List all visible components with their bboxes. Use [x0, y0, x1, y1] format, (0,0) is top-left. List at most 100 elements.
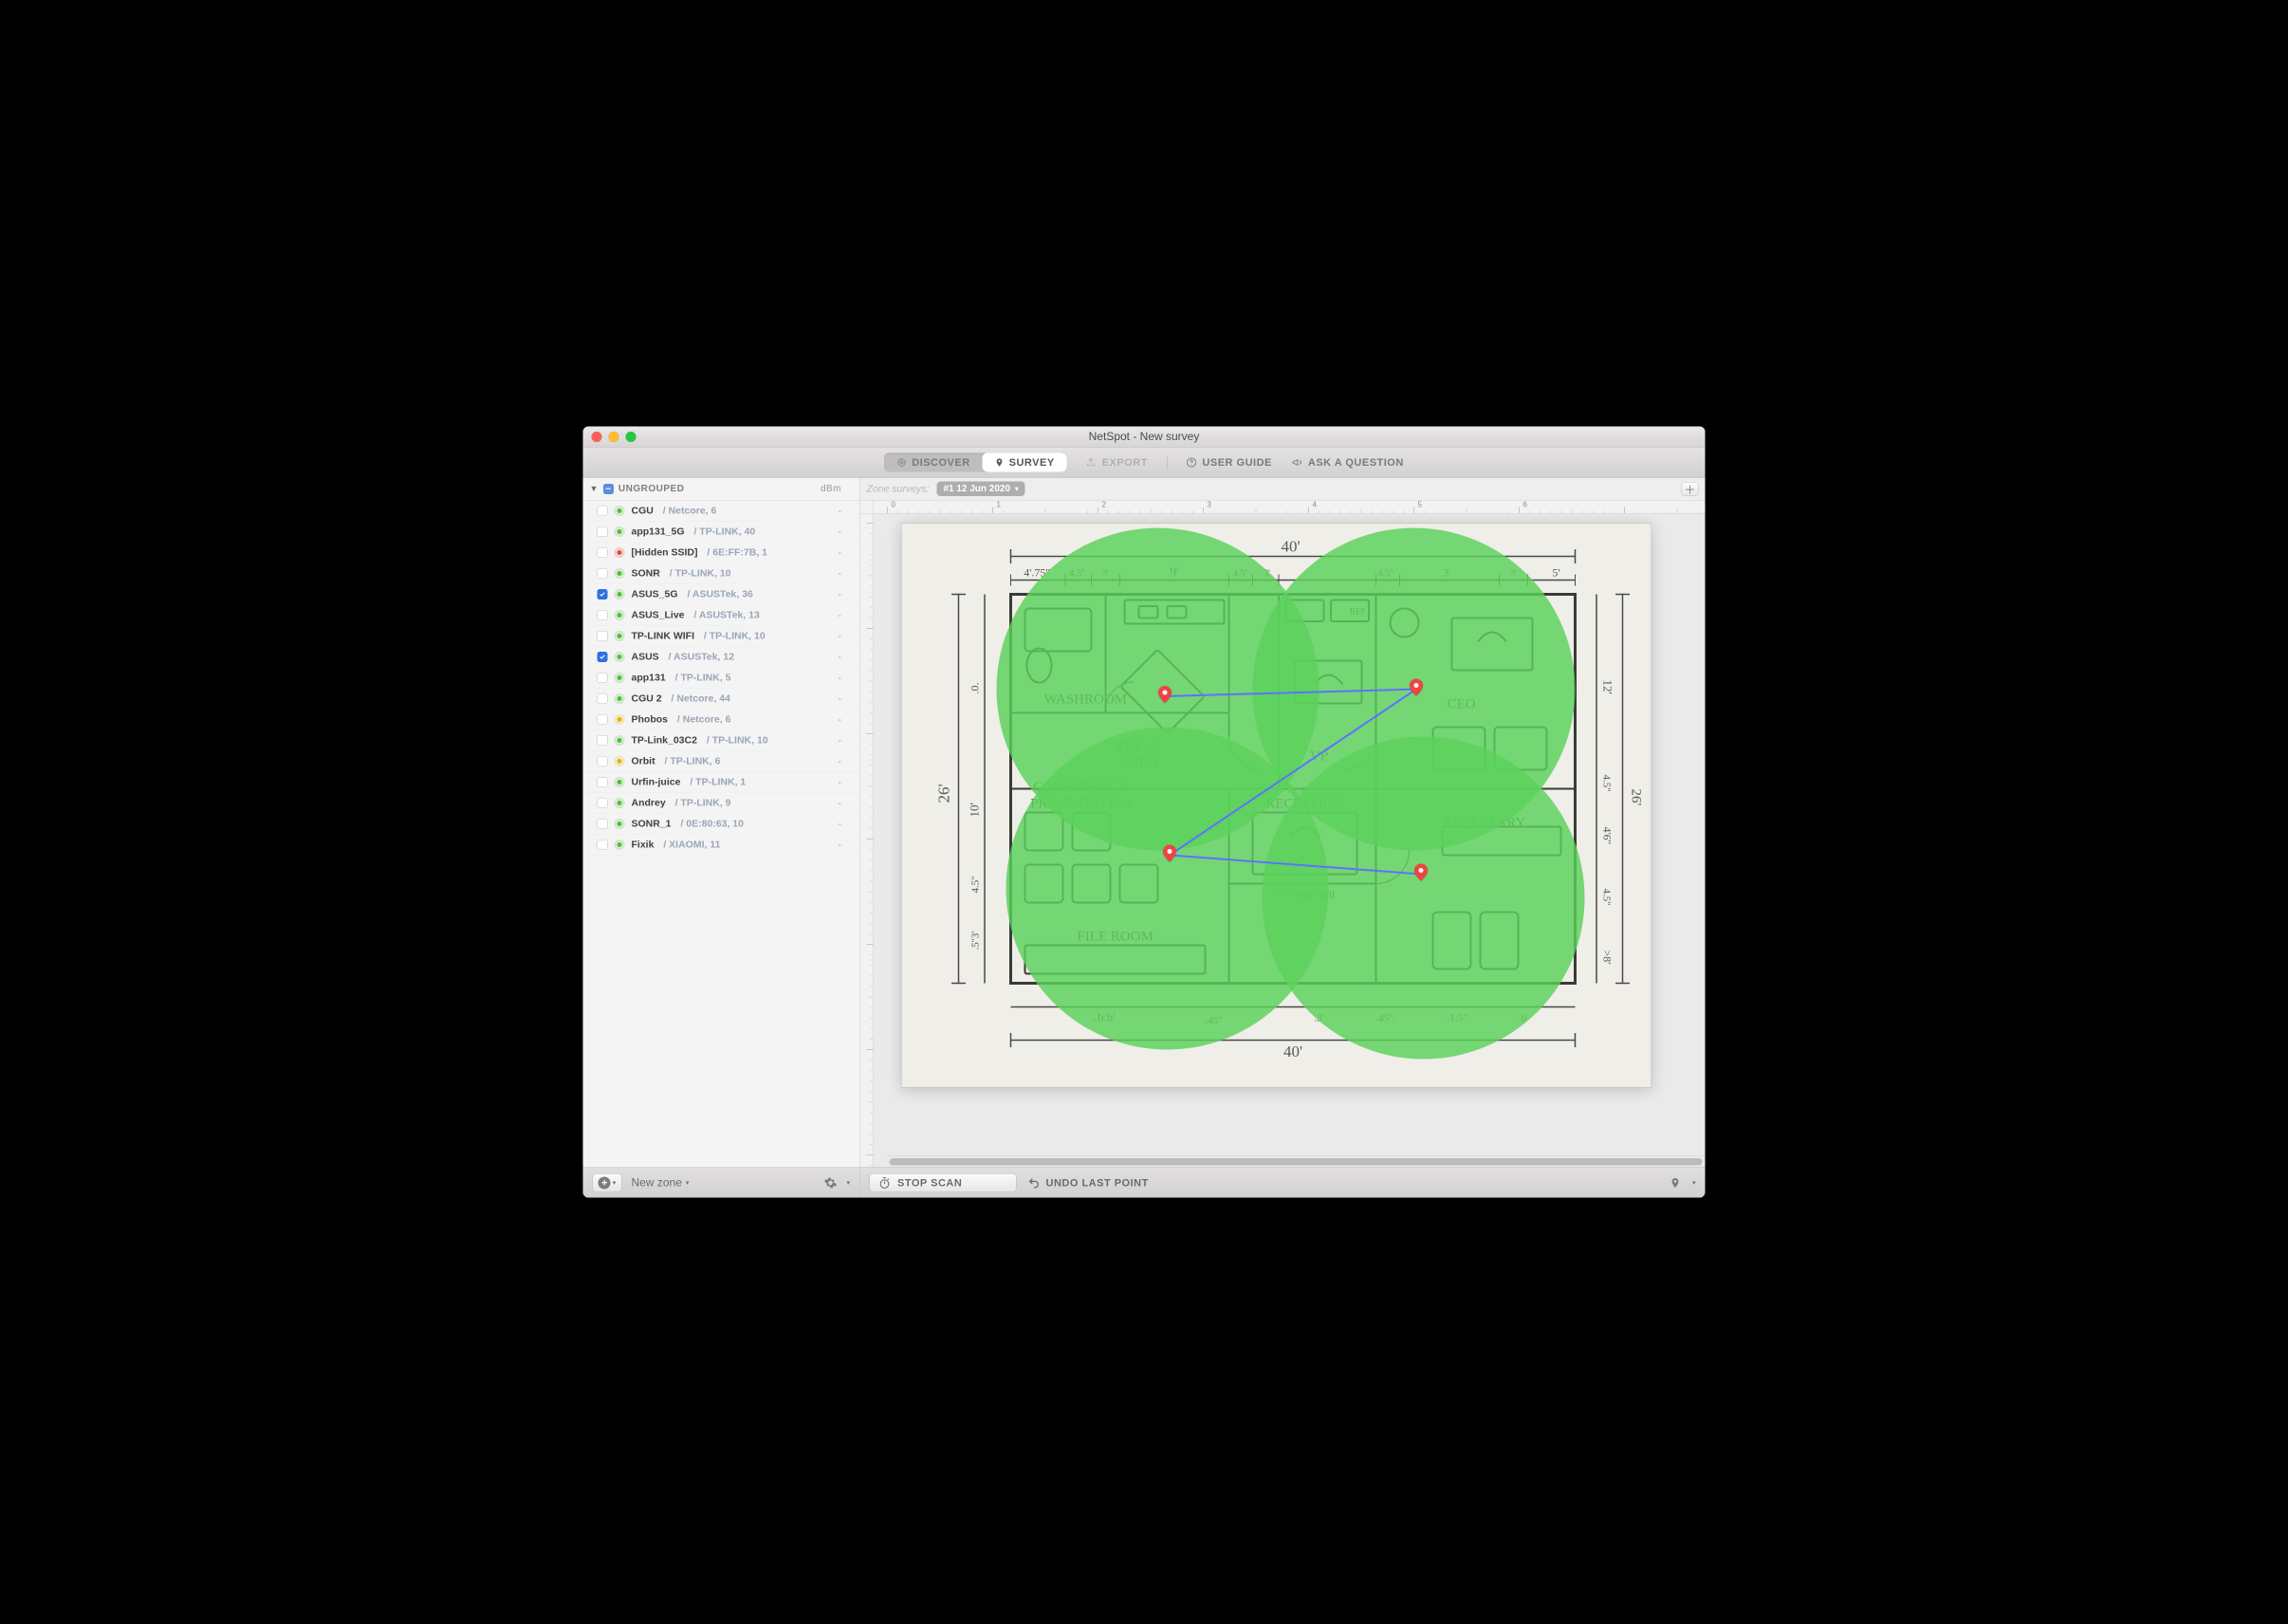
network-vendor: / TP-LINK, 40: [692, 526, 756, 537]
network-checkbox[interactable]: [598, 840, 608, 850]
disclosure-triangle-icon[interactable]: ▼: [590, 484, 599, 494]
svg-text:40': 40': [1283, 1043, 1302, 1061]
network-checkbox[interactable]: [598, 735, 608, 746]
network-dbm: -: [838, 797, 852, 809]
network-ssid: TP-Link_03C2: [632, 734, 697, 746]
network-checkbox[interactable]: [598, 506, 608, 516]
network-row[interactable]: Urfin-juice / TP-LINK, 1 -: [583, 772, 860, 793]
zone-survey-pill[interactable]: #1 12 Jun 2020 ▾: [936, 482, 1024, 497]
network-ssid: app131: [632, 672, 666, 683]
footer: + ▾ New zone ▾ ▾ STOP SCAN UNDO LAST POI…: [583, 1168, 1706, 1198]
stop-scan-label: STOP SCAN: [897, 1176, 962, 1189]
network-row[interactable]: ASUS_Live / ASUSTek, 13 -: [583, 605, 860, 626]
ruler-vertical: [860, 514, 874, 1168]
tab-discover-label: DISCOVER: [912, 456, 969, 469]
signal-strength-icon: [615, 652, 625, 662]
add-zone-survey-button[interactable]: ＋: [1682, 482, 1699, 496]
network-ssid: ASUS: [632, 651, 659, 662]
network-dbm: -: [838, 839, 852, 851]
network-row[interactable]: TP-Link_03C2 / TP-LINK, 10 -: [583, 730, 860, 751]
tab-survey-label: SURVEY: [1009, 456, 1055, 469]
network-row[interactable]: Phobos / Netcore, 6 -: [583, 710, 860, 730]
stop-scan-button[interactable]: STOP SCAN: [870, 1173, 1017, 1192]
minimize-window-button[interactable]: [609, 432, 619, 442]
horizontal-scrollbar[interactable]: [887, 1156, 1706, 1168]
map-pin-icon[interactable]: [1670, 1176, 1681, 1190]
network-checkbox[interactable]: [598, 673, 608, 683]
signal-strength-icon: [615, 735, 625, 746]
network-checkbox[interactable]: [598, 631, 608, 641]
network-checkbox[interactable]: [598, 652, 608, 662]
tab-discover[interactable]: DISCOVER: [884, 452, 982, 471]
collapse-group-icon[interactable]: −: [603, 484, 614, 494]
network-ssid: Orbit: [632, 755, 655, 766]
network-dbm: -: [838, 755, 852, 767]
network-row[interactable]: [Hidden SSID] / 6E:FF:7B, 1 -: [583, 543, 860, 563]
network-checkbox[interactable]: [598, 819, 608, 829]
network-dbm: -: [838, 630, 852, 642]
floorplan-paper: 40': [902, 524, 1651, 1088]
svg-text:1: 1: [997, 501, 1002, 509]
network-checkbox[interactable]: [598, 526, 608, 537]
svg-text:0: 0: [892, 501, 896, 509]
app-window: NetSpot - New survey DISCOVER SURVEY EXP…: [583, 427, 1706, 1198]
svg-text:4: 4: [1313, 501, 1318, 509]
tab-survey[interactable]: SURVEY: [983, 452, 1067, 471]
network-checkbox[interactable]: [598, 798, 608, 808]
export-button[interactable]: EXPORT: [1086, 456, 1148, 469]
network-dbm: -: [838, 609, 852, 621]
network-vendor: / 6E:FF:7B, 1: [705, 546, 768, 558]
toolbar-separator: [1167, 455, 1168, 470]
network-ssid: SONR: [632, 567, 660, 579]
undo-last-point-button[interactable]: UNDO LAST POINT: [1028, 1176, 1149, 1189]
network-row[interactable]: Andrey / TP-LINK, 9 -: [583, 793, 860, 814]
network-checkbox[interactable]: [598, 777, 608, 787]
network-row[interactable]: Fixik / XIAOMI, 11 -: [583, 835, 860, 856]
network-vendor: / TP-LINK, 5: [673, 672, 731, 683]
stopwatch-icon: [878, 1176, 891, 1189]
user-guide-button[interactable]: USER GUIDE: [1186, 456, 1271, 469]
zoom-window-button[interactable]: [626, 432, 637, 442]
network-row[interactable]: TP-LINK WIFI / TP-LINK, 10 -: [583, 626, 860, 647]
svg-text:26': 26': [1629, 789, 1644, 806]
gear-icon[interactable]: [823, 1176, 837, 1190]
network-row[interactable]: Orbit / TP-LINK, 6 -: [583, 751, 860, 772]
ask-question-button[interactable]: ASK A QUESTION: [1291, 456, 1404, 469]
network-row[interactable]: SONR_1 / 0E:80:63, 10 -: [583, 814, 860, 835]
network-checkbox[interactable]: [598, 756, 608, 766]
network-vendor: / Netcore, 6: [674, 713, 731, 725]
undo-last-point-label: UNDO LAST POINT: [1046, 1176, 1149, 1189]
undo-icon: [1028, 1176, 1041, 1189]
group-header[interactable]: ▼ − UNGROUPED dBm: [583, 478, 860, 501]
network-row[interactable]: ASUS_5G / ASUSTek, 36 -: [583, 584, 860, 605]
network-vendor: / Netcore, 6: [660, 505, 717, 516]
network-dbm: -: [838, 546, 852, 559]
zone-surveys-label: Zone surveys:: [867, 483, 930, 494]
network-checkbox[interactable]: [598, 589, 608, 600]
mode-segmented-control: DISCOVER SURVEY: [884, 452, 1067, 471]
network-checkbox[interactable]: [598, 610, 608, 620]
svg-text:26': 26': [935, 784, 953, 803]
map-pin-icon: [995, 457, 1005, 468]
canvas[interactable]: 40': [874, 514, 1706, 1168]
chevron-down-icon: ▾: [1015, 485, 1019, 493]
coverage-overlay: [997, 528, 1585, 1060]
network-dbm: -: [838, 818, 852, 830]
network-checkbox[interactable]: [598, 693, 608, 704]
network-checkbox[interactable]: [598, 568, 608, 579]
network-row[interactable]: app131 / TP-LINK, 5 -: [583, 668, 860, 689]
network-checkbox[interactable]: [598, 714, 608, 725]
add-zone-button[interactable]: + ▾: [593, 1173, 622, 1192]
network-row[interactable]: ASUS / ASUSTek, 12 -: [583, 647, 860, 668]
network-row[interactable]: CGU 2 / Netcore, 44 -: [583, 689, 860, 710]
svg-text:5: 5: [1418, 501, 1423, 509]
close-window-button[interactable]: [592, 432, 602, 442]
network-dbm: -: [838, 713, 852, 726]
network-row[interactable]: SONR / TP-LINK, 10 -: [583, 563, 860, 584]
signal-strength-icon: [615, 840, 625, 850]
network-row[interactable]: app131_5G / TP-LINK, 40 -: [583, 522, 860, 543]
zone-selector[interactable]: New zone ▾: [632, 1176, 690, 1190]
zone-selector-label: New zone: [632, 1176, 682, 1190]
network-checkbox[interactable]: [598, 547, 608, 558]
network-row[interactable]: CGU / Netcore, 6 -: [583, 501, 860, 522]
